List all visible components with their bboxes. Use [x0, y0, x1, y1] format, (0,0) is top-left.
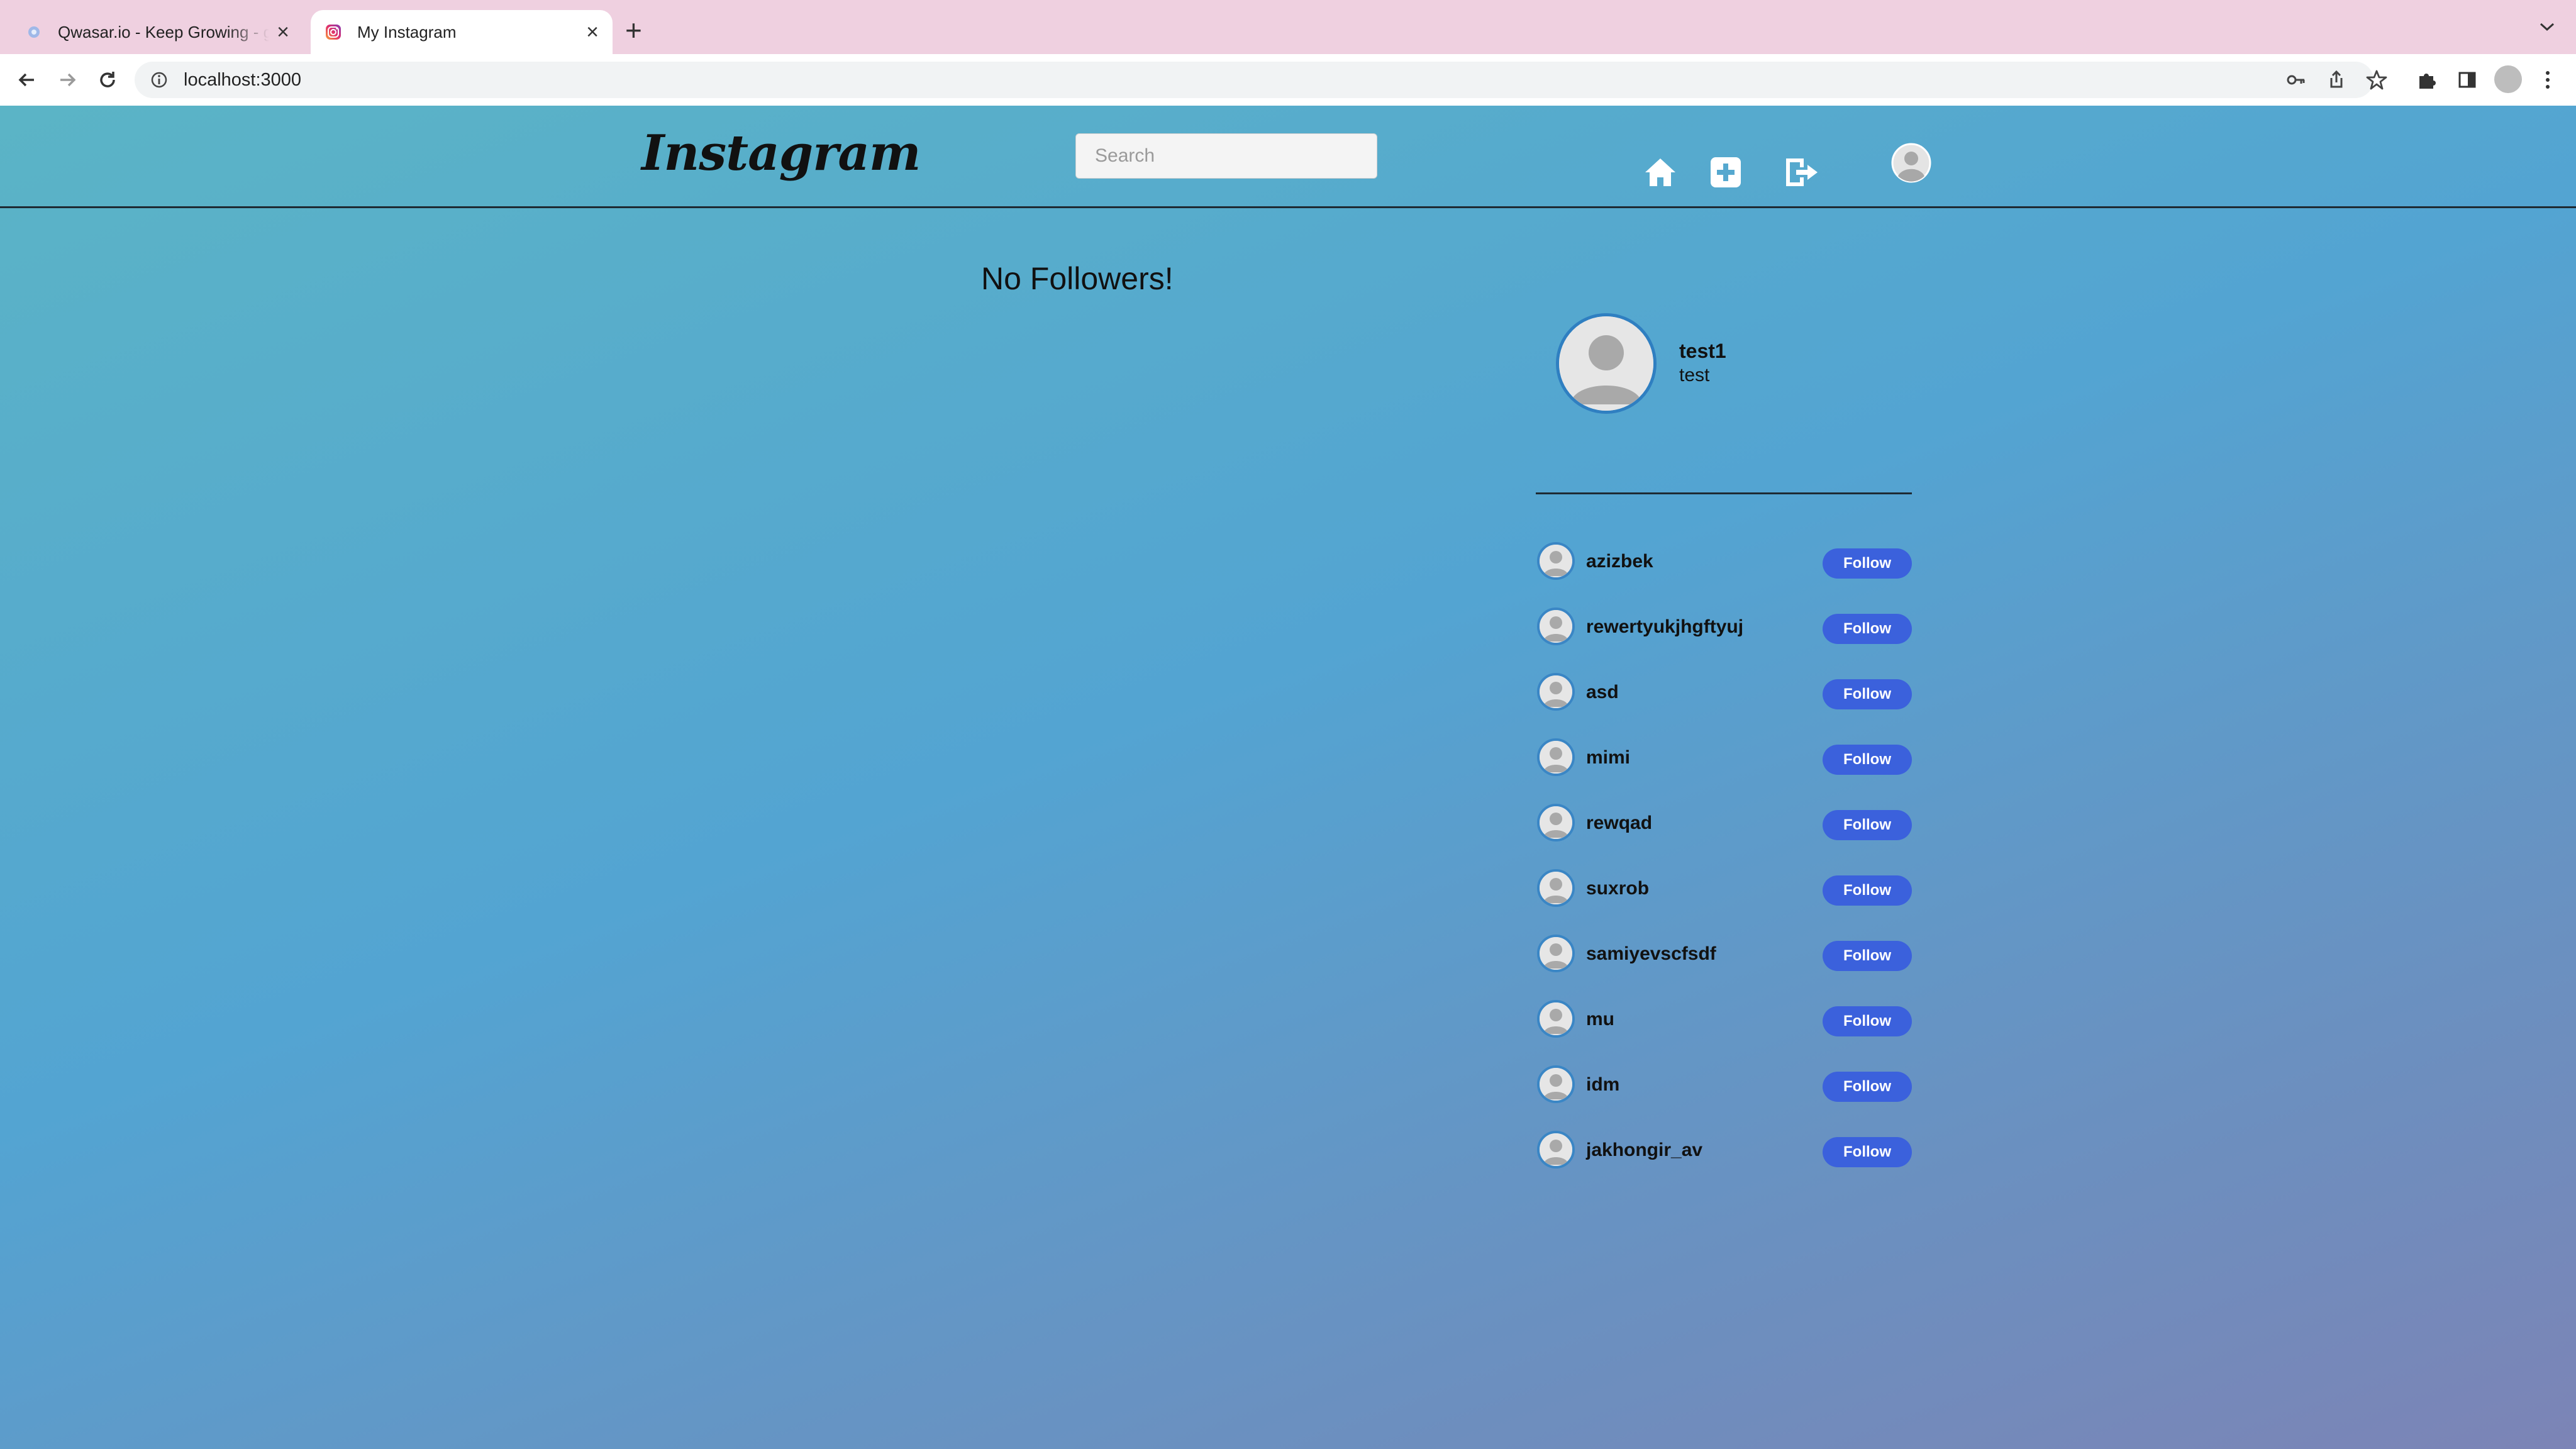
suggestion-avatar[interactable] — [1537, 935, 1575, 972]
site-info-icon[interactable] — [150, 70, 169, 89]
reload-icon[interactable] — [93, 65, 122, 94]
page-background: Instagram No Followers! test1 test — [0, 106, 2576, 1449]
suggestion-item: rewqad Follow — [1536, 802, 1913, 868]
suggestion-avatar[interactable] — [1537, 673, 1575, 711]
suggestion-username[interactable]: mu — [1586, 1009, 1614, 1030]
new-tab-icon[interactable]: + — [625, 15, 642, 45]
user-avatar-icon — [1540, 675, 1572, 708]
follow-button[interactable]: Follow — [1823, 810, 1912, 840]
suggestion-avatar[interactable] — [1537, 738, 1575, 776]
close-tab-icon[interactable]: × — [579, 21, 606, 43]
follow-button[interactable]: Follow — [1823, 679, 1912, 709]
browser-profile-avatar[interactable] — [2494, 65, 2522, 93]
tab-my-instagram[interactable]: My Instagram × — [311, 10, 613, 54]
suggestion-username[interactable]: mimi — [1586, 747, 1630, 769]
current-user-avatar[interactable] — [1556, 313, 1657, 414]
user-avatar-icon — [1540, 1068, 1572, 1101]
suggestion-avatar[interactable] — [1537, 869, 1575, 907]
app-header: Instagram — [0, 106, 2576, 208]
add-post-icon[interactable] — [1706, 152, 1746, 192]
follow-button[interactable]: Follow — [1823, 1006, 1912, 1036]
suggestion-item: mimi Follow — [1536, 737, 1913, 802]
suggestion-username[interactable]: suxrob — [1586, 878, 1649, 899]
browser-menu-icon[interactable] — [2534, 67, 2561, 93]
address-bar[interactable]: localhost:3000 — [135, 62, 2373, 98]
user-avatar-icon — [1540, 610, 1572, 643]
follow-button[interactable]: Follow — [1823, 941, 1912, 971]
qwasar-favicon-icon — [28, 26, 40, 38]
browser-toolbar: localhost:3000 — [0, 54, 2576, 106]
close-tab-icon[interactable]: × — [269, 21, 297, 43]
suggestion-item: samiyevscfsdf Follow — [1536, 933, 1913, 999]
suggestion-avatar[interactable] — [1537, 1000, 1575, 1038]
forward-icon[interactable] — [53, 65, 82, 94]
suggestion-avatar[interactable] — [1537, 804, 1575, 841]
side-panel-icon[interactable] — [2454, 67, 2480, 93]
suggestion-username[interactable]: asd — [1586, 682, 1619, 703]
suggestion-username[interactable]: idm — [1586, 1074, 1619, 1096]
suggestion-avatar[interactable] — [1537, 608, 1575, 645]
bookmark-star-icon[interactable] — [2363, 67, 2390, 93]
follow-button[interactable]: Follow — [1823, 875, 1912, 906]
logout-icon[interactable] — [1781, 152, 1821, 192]
current-full-name: test — [1679, 365, 1710, 386]
tab-title: My Instagram — [357, 22, 457, 42]
suggestion-item: mu Follow — [1536, 999, 1913, 1064]
user-avatar-icon — [1540, 1002, 1572, 1035]
suggestions-list: azizbek Follow rewertyukjhgftyuj Follow … — [1536, 541, 1913, 1195]
suggestion-avatar[interactable] — [1537, 542, 1575, 580]
browser-tab-strip: Qwasar.io - Keep Growing - gu × My Insta… — [0, 0, 2576, 54]
tab-title: Qwasar.io - Keep Growing - gu — [58, 22, 269, 42]
divider — [1536, 492, 1912, 494]
follow-button[interactable]: Follow — [1823, 548, 1912, 579]
suggestion-username[interactable]: azizbek — [1586, 551, 1653, 572]
tab-qwasar[interactable]: Qwasar.io - Keep Growing - gu × — [14, 10, 303, 54]
key-icon[interactable] — [2283, 67, 2309, 93]
suggestion-item: asd Follow — [1536, 672, 1913, 737]
suggestion-item: suxrob Follow — [1536, 868, 1913, 933]
home-icon[interactable] — [1640, 152, 1680, 192]
suggestion-username[interactable]: rewqad — [1586, 813, 1652, 834]
follow-button[interactable]: Follow — [1823, 1072, 1912, 1102]
share-icon[interactable] — [2323, 67, 2350, 93]
tab-search-chevron-icon[interactable] — [2538, 19, 2556, 34]
suggestion-item: azizbek Follow — [1536, 541, 1913, 606]
suggestion-username[interactable]: rewertyukjhgftyuj — [1586, 616, 1743, 638]
suggestion-username[interactable]: samiyevscfsdf — [1586, 943, 1716, 965]
suggestion-avatar[interactable] — [1537, 1065, 1575, 1103]
user-avatar-icon — [1540, 545, 1572, 577]
search-input[interactable] — [1075, 133, 1377, 179]
profile-avatar-icon[interactable] — [1890, 142, 1932, 184]
instagram-favicon-icon — [326, 25, 341, 40]
follow-button[interactable]: Follow — [1823, 614, 1912, 644]
user-avatar-icon — [1540, 806, 1572, 839]
follow-button[interactable]: Follow — [1823, 1137, 1912, 1167]
user-avatar-icon — [1540, 1133, 1572, 1166]
user-avatar-icon — [1540, 872, 1572, 904]
suggestion-item: rewertyukjhgftyuj Follow — [1536, 606, 1913, 672]
current-username[interactable]: test1 — [1679, 340, 1726, 363]
instagram-logo[interactable]: Instagram — [641, 125, 921, 182]
suggestion-username[interactable]: jakhongir_av — [1586, 1140, 1702, 1161]
extensions-puzzle-icon[interactable] — [2414, 67, 2440, 93]
url-text: localhost:3000 — [184, 69, 302, 90]
suggestion-item: jakhongir_av Follow — [1536, 1130, 1913, 1195]
follow-button[interactable]: Follow — [1823, 745, 1912, 775]
user-avatar-icon — [1540, 937, 1572, 970]
user-avatar-icon — [1559, 316, 1653, 411]
no-followers-message: No Followers! — [981, 261, 1174, 296]
back-icon[interactable] — [13, 65, 42, 94]
suggestion-avatar[interactable] — [1537, 1131, 1575, 1169]
user-avatar-icon — [1540, 741, 1572, 774]
suggestion-item: idm Follow — [1536, 1064, 1913, 1130]
